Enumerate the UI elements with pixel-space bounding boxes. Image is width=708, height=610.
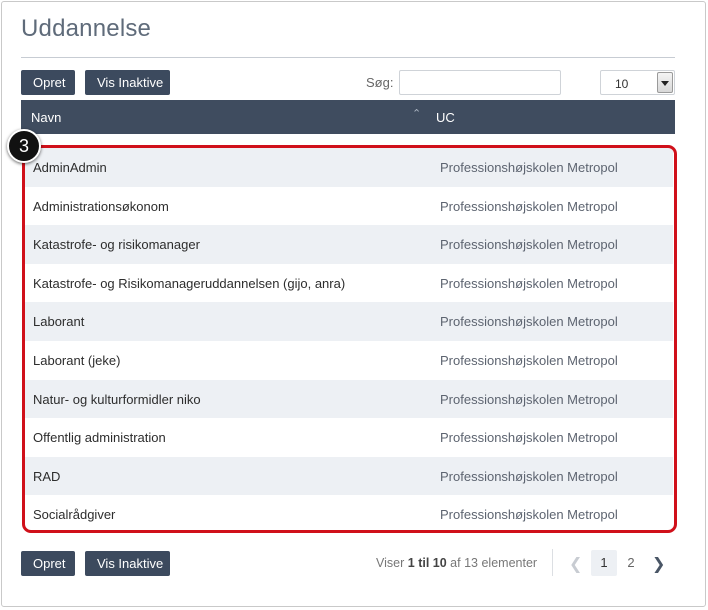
page-title: Uddannelse	[21, 15, 152, 42]
pagination-info: Viser 1 til 10 af 13 elementer	[376, 556, 537, 570]
show-inactive-button[interactable]: Vis Inaktive	[85, 70, 170, 95]
info-of-word: af	[450, 556, 461, 570]
cell-name: AdminAdmin	[33, 160, 107, 175]
step-badge: 3	[7, 129, 41, 163]
cell-uc: Professionshøjskolen Metropol	[440, 353, 618, 368]
pagination-divider	[552, 549, 553, 576]
create-button-bottom[interactable]: Opret	[21, 551, 75, 576]
info-suffix: elementer	[481, 556, 538, 570]
sort-ascending-icon[interactable]: ⌃	[412, 107, 421, 120]
cell-name: Natur- og kulturformidler niko	[33, 391, 201, 407]
table-row[interactable]: RAD Professionshøjskolen Metropol	[23, 456, 673, 496]
cell-uc: Professionshøjskolen Metropol	[440, 275, 618, 291]
column-header-uc[interactable]: UC	[436, 110, 455, 125]
page-button-1[interactable]: 1	[591, 550, 617, 576]
cell-name: Laborant (jeke)	[33, 353, 121, 368]
cell-uc: Professionshøjskolen Metropol	[440, 468, 618, 484]
cell-name: Laborant	[33, 314, 85, 330]
create-button[interactable]: Opret	[21, 70, 75, 95]
title-divider	[21, 57, 675, 58]
table-row[interactable]: Administrationsøkonom Professionshøjskol…	[23, 186, 673, 226]
cell-name: Offentlig administration	[33, 430, 166, 446]
page-size-select[interactable]: 10	[600, 70, 675, 95]
dropdown-arrow-icon[interactable]	[657, 72, 673, 93]
search-input[interactable]	[399, 70, 561, 95]
cell-name: Katastrofe- og Risikomanageruddannelsen …	[33, 275, 346, 291]
table-row[interactable]: AdminAdmin Professionshøjskolen Metropol	[23, 148, 673, 187]
table-body: AdminAdmin Professionshøjskolen Metropol…	[23, 148, 673, 534]
search-label: Søg:	[366, 75, 394, 90]
page-size-value: 10	[615, 77, 629, 91]
cell-uc: Professionshøjskolen Metropol	[440, 160, 618, 175]
table-row[interactable]: Natur- og kulturformidler niko Professio…	[23, 379, 673, 419]
page-button-2[interactable]: 2	[618, 550, 644, 576]
cell-uc: Professionshøjskolen Metropol	[440, 198, 618, 214]
table-row[interactable]: Laborant Professionshøjskolen Metropol	[23, 302, 673, 341]
table-row[interactable]: Offentlig administration Professionshøjs…	[23, 418, 673, 457]
table-row[interactable]: Katastrofe- og risikomanager Professions…	[23, 225, 673, 264]
column-header-name[interactable]: Navn	[31, 110, 61, 125]
chevron-left-icon[interactable]: ❮	[569, 554, 582, 574]
cell-uc: Professionshøjskolen Metropol	[440, 237, 618, 253]
cell-name: Administrationsøkonom	[33, 198, 169, 214]
table-row[interactable]: Socialrådgiver Professionshøjskolen Metr…	[23, 495, 673, 534]
table-row[interactable]: Laborant (jeke) Professionshøjskolen Met…	[23, 341, 673, 380]
info-from: 1	[407, 556, 415, 570]
cell-name: Socialrådgiver	[33, 507, 116, 523]
info-total: 13	[464, 556, 478, 570]
cell-uc: Professionshøjskolen Metropol	[440, 507, 618, 523]
cell-uc: Professionshøjskolen Metropol	[440, 314, 618, 330]
cell-name: Katastrofe- og risikomanager	[33, 237, 200, 253]
info-prefix: Viser	[376, 556, 405, 570]
table-row[interactable]: Katastrofe- og Risikomanageruddannelsen …	[23, 263, 673, 303]
chevron-right-icon[interactable]: ❯	[652, 554, 665, 574]
table-header: Navn ⌃ UC	[21, 100, 675, 134]
cell-name: RAD	[33, 468, 61, 484]
info-to: 10	[432, 556, 447, 570]
show-inactive-button-bottom[interactable]: Vis Inaktive	[85, 551, 170, 576]
info-to-word: til	[418, 556, 430, 570]
cell-uc: Professionshøjskolen Metropol	[440, 430, 618, 446]
cell-uc: Professionshøjskolen Metropol	[440, 391, 618, 407]
